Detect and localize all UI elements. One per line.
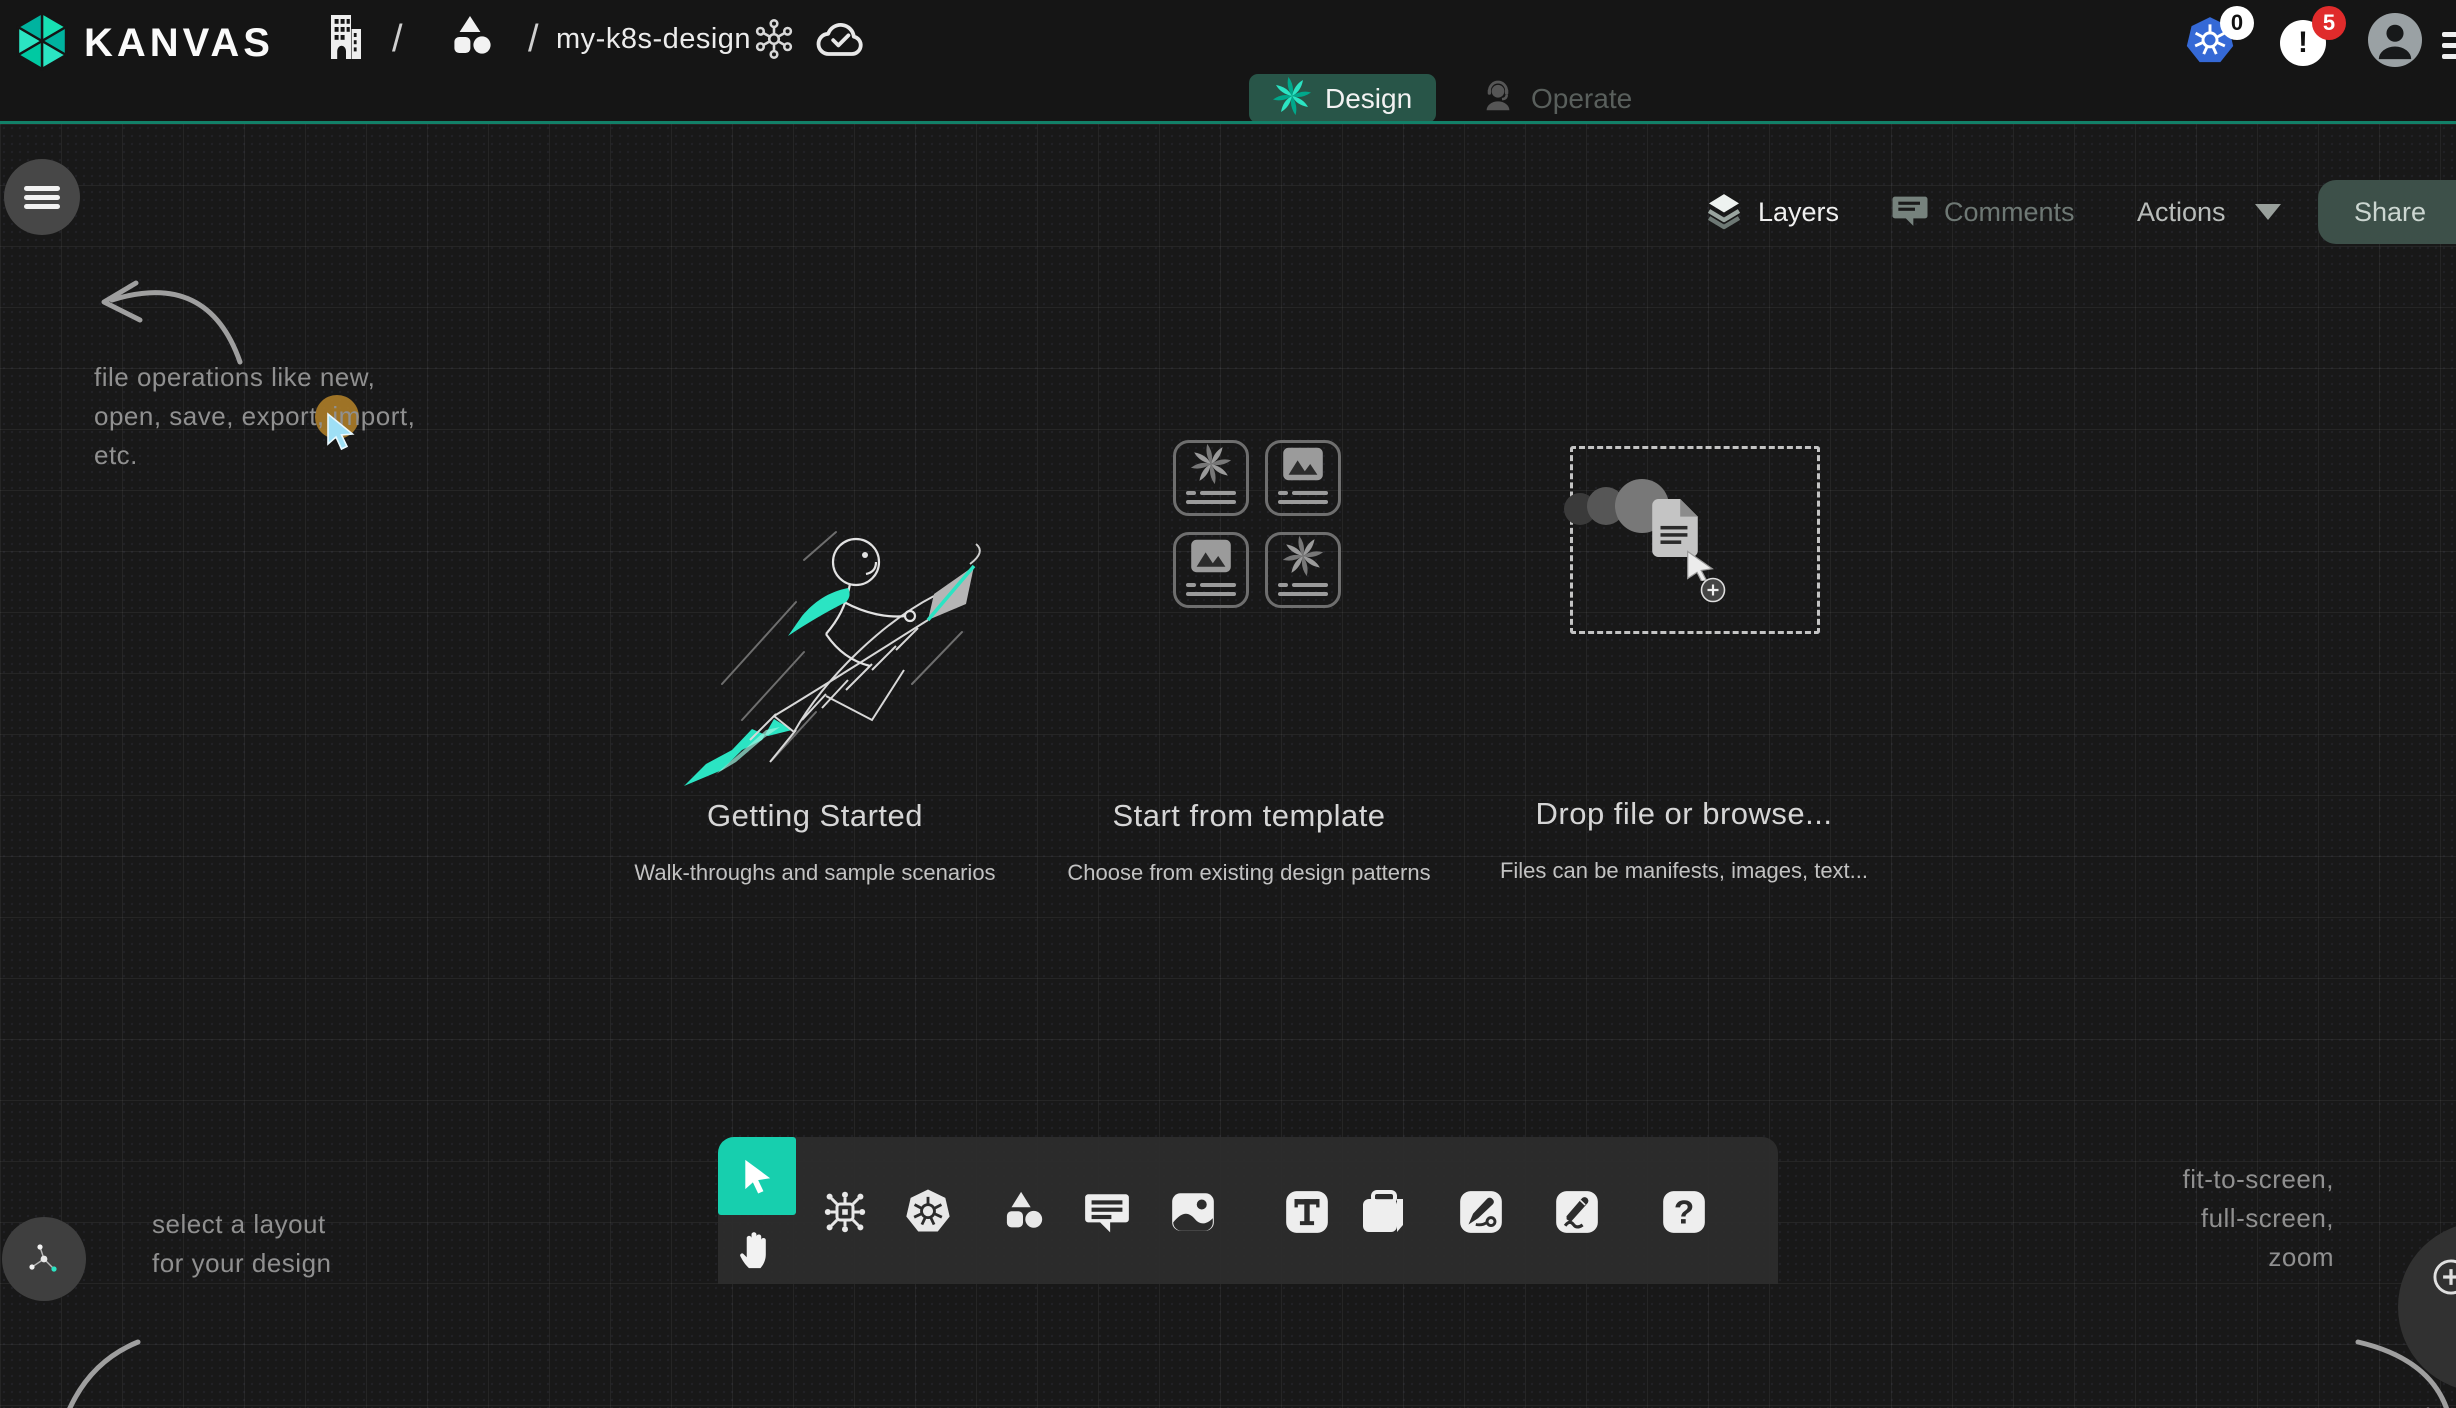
app-logo[interactable]: KANVAS (14, 11, 274, 76)
operator-headset-icon (1479, 77, 1517, 120)
layers-label: Layers (1758, 197, 1839, 228)
kubernetes-tool[interactable] (902, 1186, 954, 1238)
cursor-arrow-icon (739, 1157, 775, 1195)
kubernetes-context-count: 0 (2220, 6, 2254, 40)
tab-operate[interactable]: Operate (1455, 74, 1656, 123)
layout-graph-icon (24, 1239, 64, 1279)
relationships-hub-icon[interactable] (752, 0, 796, 78)
text-icon (1282, 1187, 1332, 1237)
annotation-zoom-controls: fit-to-screen, full-screen, zoom (2034, 1160, 2334, 1277)
getting-started-card[interactable] (676, 524, 1012, 797)
share-button[interactable]: Share (2318, 180, 2456, 244)
share-label: Share (2354, 197, 2426, 228)
tab-design[interactable]: Design (1249, 74, 1436, 123)
pen-tool[interactable] (1455, 1186, 1507, 1238)
notifications-button[interactable]: ! 5 (2280, 20, 2326, 66)
help-icon: ? (1659, 1187, 1709, 1237)
zoom-in-icon (2432, 1258, 2456, 1296)
start-from-template-card[interactable] (1173, 440, 1341, 608)
shapes-tool[interactable] (997, 1186, 1049, 1238)
breadcrumb-separator: / (528, 18, 539, 61)
layout-selector-button[interactable] (2, 1217, 86, 1301)
svg-text:?: ? (1674, 1194, 1694, 1231)
breadcrumb-organization[interactable] (320, 0, 368, 78)
meshery-swirl-icon (1273, 77, 1311, 120)
edge-menu-icon[interactable] (2442, 32, 2456, 59)
drop-file-zone[interactable] (1570, 446, 1820, 634)
cloud-save-check-icon[interactable] (812, 0, 868, 78)
chevron-down-icon (2255, 204, 2281, 220)
kubernetes-helm-icon (902, 1186, 954, 1238)
kanvas-app: KANVAS / (0, 0, 2456, 1408)
pan-hand-tool[interactable] (731, 1217, 783, 1277)
text-tool[interactable] (1281, 1186, 1333, 1238)
layers-icon (1704, 190, 1744, 235)
comment-bubble-icon (1082, 1187, 1132, 1237)
rocket-illustration-icon (676, 524, 1012, 792)
template-swirl-card-icon (1265, 532, 1341, 608)
note-tool[interactable] (1357, 1186, 1409, 1238)
drop-file-title[interactable]: Drop file or browse... (1424, 796, 1944, 832)
template-swirl-card-icon (1173, 440, 1249, 516)
accent-divider (0, 121, 2456, 124)
comments-button[interactable]: Comments (1890, 180, 2075, 244)
template-image-card-icon (1265, 440, 1341, 516)
tab-design-label: Design (1325, 83, 1412, 115)
sticky-note-icon (1357, 1187, 1409, 1237)
file-menu-button[interactable] (4, 159, 80, 235)
drop-file-subtitle: Files can be manifests, images, text... (1404, 858, 1964, 884)
component-tool[interactable] (819, 1186, 871, 1238)
pen-bezier-icon (1456, 1187, 1506, 1237)
annotation-select-layout: select a layout for your design (152, 1205, 331, 1283)
template-image-card-icon (1173, 532, 1249, 608)
select-tool[interactable] (718, 1137, 796, 1215)
image-tool[interactable] (1167, 1186, 1219, 1238)
tab-operate-label: Operate (1531, 83, 1632, 115)
logo-wordmark: KANVAS (84, 21, 274, 66)
actions-dropdown-button[interactable] (2255, 180, 2281, 244)
kanvas-hexagon-logo-icon (14, 11, 70, 76)
comments-label: Comments (1944, 197, 2075, 228)
image-icon (1168, 1187, 1218, 1237)
annotation-file-operations: file operations like new, open, save, ex… (94, 358, 415, 475)
notifications-count: 5 (2312, 6, 2346, 40)
kubernetes-context-button[interactable]: 0 (2182, 14, 2238, 73)
help-tool[interactable]: ? (1658, 1186, 1710, 1238)
organization-building-icon (320, 11, 368, 68)
hand-icon (735, 1222, 779, 1272)
shapes-icon (998, 1189, 1048, 1235)
actions-label: Actions (2137, 197, 2226, 228)
design-name[interactable]: my-k8s-design (556, 23, 751, 56)
user-avatar[interactable] (2368, 13, 2422, 67)
pencil-sketch-icon (1552, 1187, 1602, 1237)
drop-plus-icon (1700, 577, 1726, 603)
layers-button[interactable]: Layers (1704, 180, 1839, 244)
breadcrumb-workspace[interactable] (444, 0, 496, 78)
breadcrumb-separator: / (392, 18, 403, 61)
workspace-shapes-icon (444, 13, 496, 66)
top-bar: KANVAS / (0, 0, 2456, 124)
actions-button[interactable]: Actions (2137, 180, 2226, 244)
tool-dock: ? (718, 1137, 1778, 1284)
comments-icon (1890, 190, 1930, 235)
sketch-tool[interactable] (1551, 1186, 1603, 1238)
component-chip-icon (821, 1188, 869, 1236)
comment-tool[interactable] (1081, 1186, 1133, 1238)
